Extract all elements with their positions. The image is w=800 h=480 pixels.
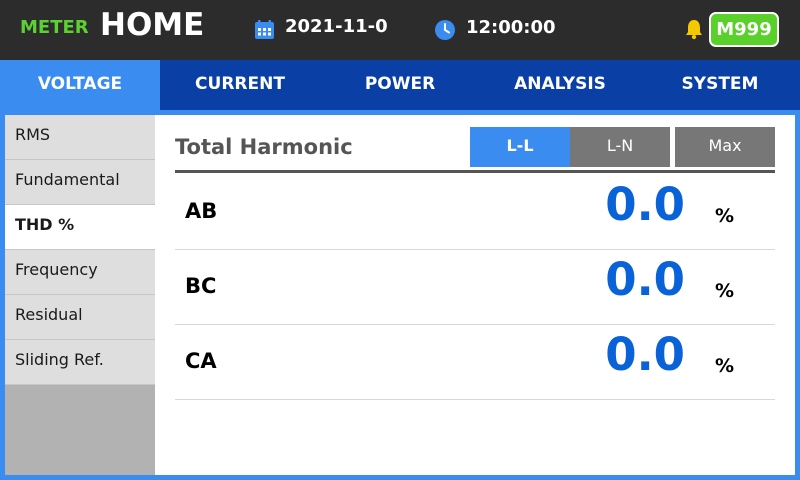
mode-max-button[interactable]: Max (675, 127, 775, 167)
thd-panel: Total Harmonic L-L L-N Max AB 0.0 % BC 0… (155, 115, 795, 475)
sidebar-item-sliding-ref[interactable]: Sliding Ref. (5, 340, 155, 385)
row-unit-ca: % (715, 355, 735, 377)
sidebar: RMS Fundamental THD % Frequency Residual… (5, 115, 155, 475)
tab-analysis[interactable]: ANALYSIS (480, 60, 640, 110)
brand-label: METER (20, 17, 89, 38)
tab-system[interactable]: SYSTEM (640, 60, 800, 110)
main-tabs: VOLTAGE CURRENT POWER ANALYSIS SYSTEM (0, 60, 800, 110)
table-row: AB 0.0 % (175, 175, 775, 250)
bell-icon[interactable] (683, 18, 705, 40)
row-label-bc: BC (185, 274, 217, 298)
mode-ll-button[interactable]: L-L (470, 127, 570, 167)
mode-ln-button[interactable]: L-N (570, 127, 670, 167)
table-row: BC 0.0 % (175, 250, 775, 325)
sidebar-item-thd[interactable]: THD % (5, 205, 155, 250)
date-readout: 2021-11-0 (285, 16, 388, 37)
row-label-ab: AB (185, 199, 218, 223)
sidebar-item-frequency[interactable]: Frequency (5, 250, 155, 295)
row-value-bc: 0.0 (605, 253, 685, 306)
row-unit-ab: % (715, 205, 735, 227)
panel-title: Total Harmonic (175, 135, 353, 159)
row-value-ab: 0.0 (605, 178, 685, 231)
time-readout: 12:00:00 (466, 17, 556, 38)
sidebar-item-rms[interactable]: RMS (5, 115, 155, 160)
tab-current[interactable]: CURRENT (160, 60, 320, 110)
sidebar-item-residual[interactable]: Residual (5, 295, 155, 340)
table-row: CA 0.0 % (175, 325, 775, 400)
title-divider (175, 170, 775, 173)
tab-power[interactable]: POWER (320, 60, 480, 110)
tab-voltage[interactable]: VOLTAGE (0, 60, 160, 110)
sidebar-item-fundamental[interactable]: Fundamental (5, 160, 155, 205)
meter-id-badge[interactable]: M999 (709, 12, 779, 47)
row-value-ca: 0.0 (605, 328, 685, 381)
clock-icon (435, 20, 455, 40)
page-title: HOME (100, 7, 205, 43)
row-label-ca: CA (185, 349, 217, 373)
row-unit-bc: % (715, 280, 735, 302)
header-bar: METER HOME 2021-11-0 12:00:00 M999 (0, 0, 800, 60)
calendar-icon (255, 20, 274, 39)
